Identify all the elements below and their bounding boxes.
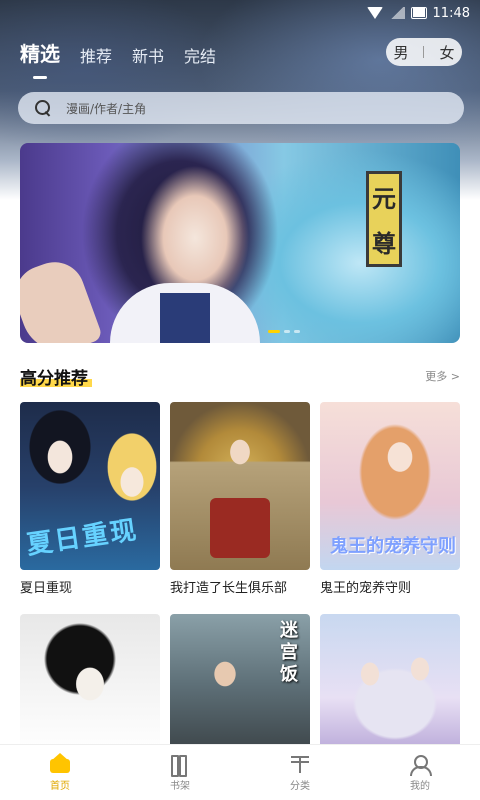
cover-title-text: 迷宫饭 xyxy=(280,620,298,685)
book-cover: 迷宫饭 xyxy=(170,614,310,754)
nav-label: 书架 xyxy=(170,781,190,792)
wifi-icon xyxy=(366,7,383,19)
section-title: 高分推荐 xyxy=(20,368,88,389)
nav-label: 我的 xyxy=(410,781,430,792)
banner-pager xyxy=(268,330,300,333)
status-time: 11:48 xyxy=(432,5,470,21)
book-grid: 夏日重现 夏日重现 我打造了长生俱乐部 鬼王的宠养守则 鬼王的宠养守则 xyxy=(20,402,460,595)
bottom-nav: 首页 书架 分类 我的 xyxy=(0,744,480,800)
cover-title-text: 夏日重现 xyxy=(24,515,140,561)
gender-male-option[interactable]: 男 xyxy=(393,42,408,63)
nav-profile[interactable]: 我的 xyxy=(375,753,465,792)
book-card[interactable]: 我打造了长生俱乐部 xyxy=(170,402,310,595)
banner-pager-dot xyxy=(294,330,300,333)
nav-label: 首页 xyxy=(50,781,70,792)
gender-divider xyxy=(423,46,425,58)
nav-label: 分类 xyxy=(290,781,310,792)
book-cover: 鬼王的宠养守则 xyxy=(320,402,460,570)
book-cover xyxy=(320,614,460,754)
gender-toggle[interactable]: 男 女 xyxy=(386,38,462,66)
book-cover: 夏日重现 xyxy=(20,402,160,570)
cover-throne-art xyxy=(210,498,270,558)
book-cover xyxy=(170,402,310,570)
nav-category[interactable]: 分类 xyxy=(255,753,345,792)
gender-female-option[interactable]: 女 xyxy=(439,42,454,63)
book-card[interactable] xyxy=(20,614,160,754)
battery-icon xyxy=(410,7,427,19)
nav-home[interactable]: 首页 xyxy=(15,753,105,792)
banner-title-char: 尊 xyxy=(372,229,396,258)
book-cover xyxy=(20,614,160,754)
cover-title-text: 鬼王的宠养守则 xyxy=(330,536,456,557)
banner-art-sash xyxy=(160,293,210,343)
book-grid-row-2: 迷宫饭 xyxy=(20,614,460,754)
search-bar[interactable]: 漫画/作者/主角 xyxy=(18,92,464,124)
search-icon xyxy=(34,99,52,117)
more-link[interactable]: 更多 > xyxy=(425,368,460,384)
category-icon xyxy=(288,753,312,775)
status-bar: 11:48 xyxy=(0,0,480,26)
home-icon xyxy=(48,753,72,775)
book-card[interactable] xyxy=(320,614,460,754)
bookshelf-icon xyxy=(168,753,192,777)
tab-new-books[interactable]: 新书 xyxy=(132,43,164,75)
banner-pager-dot xyxy=(284,330,290,333)
banner-title-char: 元 xyxy=(372,184,396,213)
book-card[interactable]: 夏日重现 夏日重现 xyxy=(20,402,160,595)
banner-art-arm xyxy=(20,253,104,343)
banner-pager-dot xyxy=(268,330,280,333)
signal-icon xyxy=(388,7,405,19)
featured-banner[interactable]: 元 尊 xyxy=(20,143,460,343)
search-placeholder: 漫画/作者/主角 xyxy=(66,101,147,116)
nav-bookshelf[interactable]: 书架 xyxy=(135,753,225,792)
book-card[interactable]: 迷宫饭 xyxy=(170,614,310,754)
top-tabs: 精选 推荐 新书 完结 xyxy=(20,38,216,75)
tab-completed[interactable]: 完结 xyxy=(184,43,216,75)
section-header: 高分推荐 更多 > xyxy=(20,362,460,390)
section-title-wrap: 高分推荐 xyxy=(20,364,92,389)
book-card[interactable]: 鬼王的宠养守则 鬼王的宠养守则 xyxy=(320,402,460,595)
tab-featured[interactable]: 精选 xyxy=(20,38,60,75)
tab-recommend[interactable]: 推荐 xyxy=(80,43,112,75)
banner-title-plate: 元 尊 xyxy=(366,171,402,267)
book-title: 夏日重现 xyxy=(20,581,73,595)
book-title: 鬼王的宠养守则 xyxy=(320,581,412,595)
book-title: 我打造了长生俱乐部 xyxy=(170,581,288,595)
profile-icon xyxy=(408,753,432,776)
